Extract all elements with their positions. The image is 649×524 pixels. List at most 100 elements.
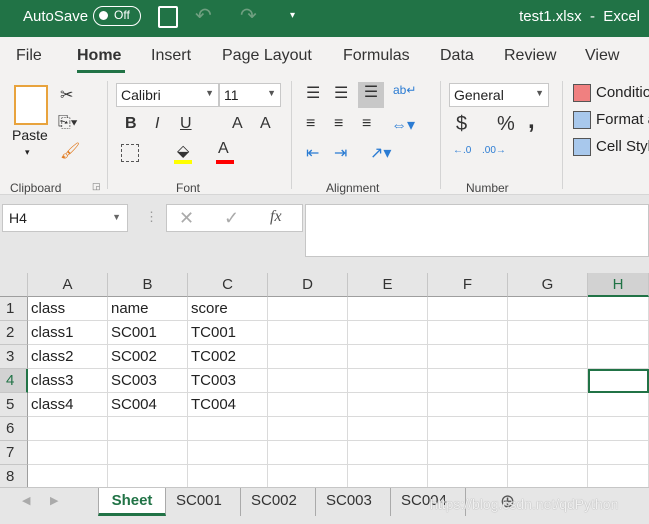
- underline-button[interactable]: U: [180, 115, 192, 133]
- tab-file[interactable]: File: [16, 47, 42, 65]
- sheet-tab-sc002[interactable]: SC002: [241, 488, 316, 516]
- select-all-button[interactable]: [0, 273, 28, 297]
- row-header-4[interactable]: 4: [0, 369, 28, 393]
- cell-F3[interactable]: [428, 345, 508, 369]
- cell-C6[interactable]: [188, 417, 268, 441]
- cell-D2[interactable]: [268, 321, 348, 345]
- scroll-right-icon[interactable]: ▶: [50, 494, 58, 507]
- cell-C1[interactable]: score: [188, 297, 268, 321]
- align-top-icon[interactable]: ☰: [306, 83, 320, 103]
- cell-C7[interactable]: [188, 441, 268, 465]
- align-center-icon[interactable]: ≡: [334, 115, 343, 133]
- column-header-G[interactable]: G: [508, 273, 588, 297]
- comma-button[interactable]: ,: [528, 107, 535, 135]
- cell-F1[interactable]: [428, 297, 508, 321]
- cell-E4[interactable]: [348, 369, 428, 393]
- tab-view[interactable]: View: [585, 47, 619, 65]
- clipboard-launcher-icon[interactable]: ◲: [92, 181, 101, 192]
- cell-styles-button[interactable]: Cell Styl: [596, 138, 649, 155]
- cell-B7[interactable]: [108, 441, 188, 465]
- cell-C8[interactable]: [188, 465, 268, 489]
- format-as-table-button[interactable]: Format a: [596, 111, 649, 128]
- tab-formulas[interactable]: Formulas: [343, 47, 410, 65]
- redo-icon[interactable]: ↷: [240, 3, 257, 28]
- cell-F4[interactable]: [428, 369, 508, 393]
- cell-E8[interactable]: [348, 465, 428, 489]
- cell-A3[interactable]: class2: [28, 345, 108, 369]
- row-header-1[interactable]: 1: [0, 297, 28, 321]
- cell-H4[interactable]: [588, 369, 649, 393]
- conditional-formatting-button[interactable]: Conditio: [596, 84, 649, 101]
- cell-E6[interactable]: [348, 417, 428, 441]
- cell-B8[interactable]: [108, 465, 188, 489]
- cell-F8[interactable]: [428, 465, 508, 489]
- cell-G2[interactable]: [508, 321, 588, 345]
- cell-E3[interactable]: [348, 345, 428, 369]
- currency-button[interactable]: $: [456, 113, 467, 136]
- cell-H3[interactable]: [588, 345, 649, 369]
- wrap-text-icon[interactable]: ab↵: [393, 83, 416, 97]
- cell-G6[interactable]: [508, 417, 588, 441]
- cell-C2[interactable]: TC001: [188, 321, 268, 345]
- cell-H1[interactable]: [588, 297, 649, 321]
- italic-button[interactable]: I: [155, 115, 159, 133]
- column-header-A[interactable]: A: [28, 273, 108, 297]
- tab-home[interactable]: Home: [77, 47, 121, 65]
- percent-button[interactable]: %: [497, 113, 515, 136]
- cell-G7[interactable]: [508, 441, 588, 465]
- cell-E7[interactable]: [348, 441, 428, 465]
- cell-D4[interactable]: [268, 369, 348, 393]
- font-size-select[interactable]: 11 ▼: [219, 83, 281, 107]
- row-header-3[interactable]: 3: [0, 345, 28, 369]
- paste-button[interactable]: Paste: [12, 127, 48, 143]
- autosave-toggle[interactable]: Off: [93, 6, 141, 26]
- cell-A7[interactable]: [28, 441, 108, 465]
- cell-A1[interactable]: class: [28, 297, 108, 321]
- sheet-tab-sheet[interactable]: Sheet: [98, 488, 166, 516]
- column-header-C[interactable]: C: [188, 273, 268, 297]
- undo-icon[interactable]: ↶: [195, 3, 212, 28]
- tab-data[interactable]: Data: [440, 47, 474, 65]
- cell-B5[interactable]: SC004: [108, 393, 188, 417]
- cell-C4[interactable]: TC003: [188, 369, 268, 393]
- cell-F5[interactable]: [428, 393, 508, 417]
- increase-decimal-icon[interactable]: ←.0: [453, 145, 471, 156]
- cell-D7[interactable]: [268, 441, 348, 465]
- cell-A4[interactable]: class3: [28, 369, 108, 393]
- merge-center-icon[interactable]: ⇔▾: [391, 115, 415, 135]
- increase-font-button[interactable]: A: [232, 115, 243, 133]
- row-header-2[interactable]: 2: [0, 321, 28, 345]
- cell-B4[interactable]: SC003: [108, 369, 188, 393]
- cell-D3[interactable]: [268, 345, 348, 369]
- cell-B1[interactable]: name: [108, 297, 188, 321]
- format-painter-icon[interactable]: 🖌: [60, 141, 80, 161]
- cell-B2[interactable]: SC001: [108, 321, 188, 345]
- sheet-tab-sc001[interactable]: SC001: [166, 488, 241, 516]
- column-header-E[interactable]: E: [348, 273, 428, 297]
- cell-D1[interactable]: [268, 297, 348, 321]
- cell-B6[interactable]: [108, 417, 188, 441]
- fill-color-icon[interactable]: ⬙: [177, 141, 189, 161]
- align-middle-icon[interactable]: ☰: [334, 83, 348, 103]
- cell-H6[interactable]: [588, 417, 649, 441]
- cell-G3[interactable]: [508, 345, 588, 369]
- formula-input[interactable]: [305, 204, 649, 257]
- insert-function-button[interactable]: fx: [270, 208, 282, 226]
- cell-D8[interactable]: [268, 465, 348, 489]
- scroll-left-icon[interactable]: ◀: [22, 494, 30, 507]
- copy-icon[interactable]: ⎘▾: [58, 114, 78, 132]
- decrease-indent-icon[interactable]: ⇤: [306, 143, 319, 163]
- cell-F2[interactable]: [428, 321, 508, 345]
- decrease-font-button[interactable]: A: [260, 115, 271, 133]
- align-right-icon[interactable]: ≡: [362, 115, 371, 133]
- cell-B3[interactable]: SC002: [108, 345, 188, 369]
- name-box[interactable]: H4 ▼: [2, 204, 128, 232]
- align-left-icon[interactable]: ≡: [306, 115, 315, 133]
- font-name-select[interactable]: Calibri ▼: [116, 83, 219, 107]
- cell-G8[interactable]: [508, 465, 588, 489]
- increase-indent-icon[interactable]: ⇥: [334, 143, 347, 163]
- cell-F6[interactable]: [428, 417, 508, 441]
- cell-G5[interactable]: [508, 393, 588, 417]
- cell-E1[interactable]: [348, 297, 428, 321]
- cell-H2[interactable]: [588, 321, 649, 345]
